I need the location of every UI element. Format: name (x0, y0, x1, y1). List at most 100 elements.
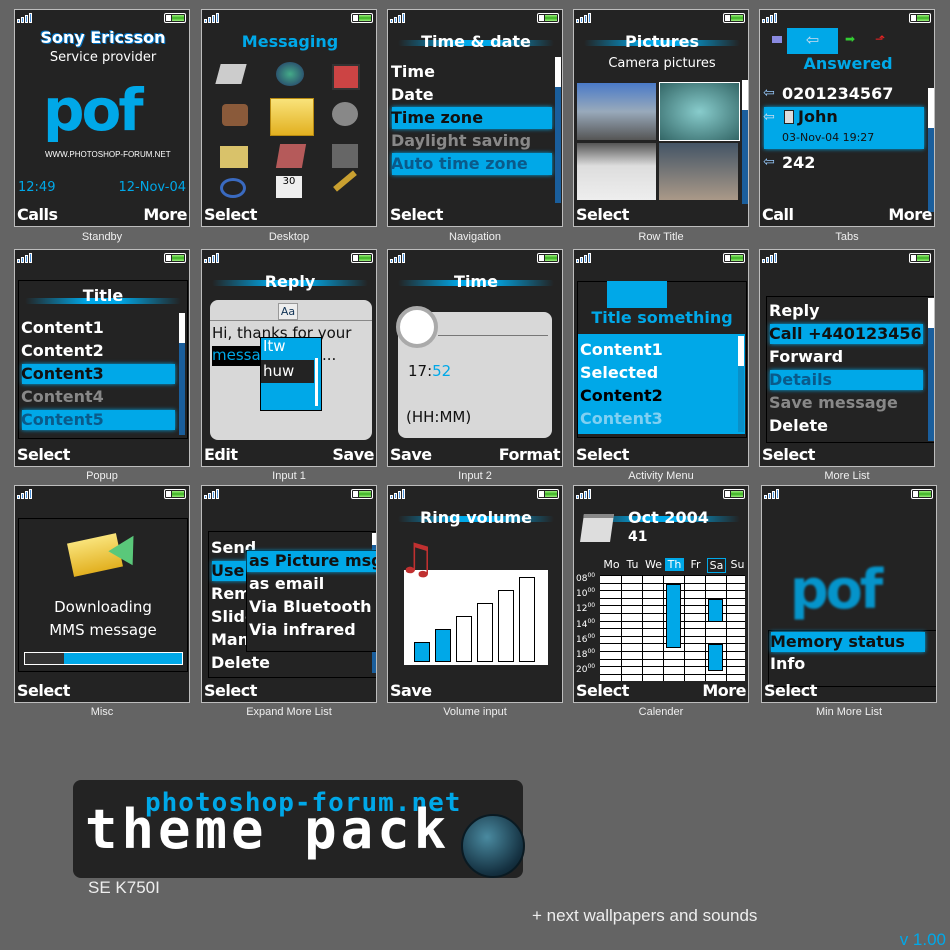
softkey-select[interactable]: Select (204, 681, 257, 700)
softkey-select[interactable]: Select (390, 205, 443, 224)
weekday-we[interactable]: We (644, 558, 663, 571)
tab-missed-icon[interactable]: ⬏ (875, 32, 885, 46)
camera-icon[interactable] (222, 104, 248, 126)
softkey-more[interactable]: More (143, 205, 187, 224)
thumbnail-dome[interactable] (659, 82, 740, 141)
volume-bar[interactable] (414, 642, 430, 662)
scrollbar[interactable] (179, 313, 185, 435)
softkey-select[interactable]: Select (576, 681, 629, 700)
expand-item-remove[interactable]: Rem (211, 584, 251, 603)
submenu-item-infrared[interactable]: Via infrared (249, 620, 356, 639)
file-manager-icon[interactable] (220, 146, 248, 168)
messaging-icon[interactable] (270, 98, 314, 136)
more-item-details[interactable]: Details (769, 370, 832, 389)
activity-tab[interactable] (607, 281, 667, 308)
softkey-save[interactable]: Save (390, 445, 432, 464)
expand-item-use[interactable]: Use (211, 561, 244, 580)
thumbnail-night[interactable] (659, 143, 738, 200)
activity-item-selected[interactable]: Selected (580, 363, 658, 382)
softkey-save[interactable]: Save (332, 445, 374, 464)
weekday-sa[interactable]: Sa (707, 558, 726, 573)
internet-icon[interactable] (276, 62, 304, 86)
activity-item[interactable]: Content3 (580, 409, 663, 428)
tab-dialled-icon[interactable]: ➡ (845, 32, 855, 46)
popup-item-selected[interactable]: Content3 (21, 364, 104, 383)
scrollbar[interactable] (928, 88, 934, 212)
menu-item-auto-time-zone[interactable]: Auto time zone (391, 154, 528, 173)
suggestion-item-selected[interactable]: huw (263, 362, 294, 380)
entertainment-icon[interactable] (332, 64, 360, 90)
softkey-call[interactable]: Call (762, 205, 794, 224)
weekday-mo[interactable]: Mo (602, 558, 621, 571)
softkey-calls[interactable]: Calls (17, 205, 58, 224)
softkey-more[interactable]: More (888, 205, 932, 224)
media-player-icon[interactable] (332, 102, 358, 126)
softkey-select[interactable]: Select (576, 205, 629, 224)
call-list-icon[interactable] (215, 64, 247, 84)
menu-item-date[interactable]: Date (391, 85, 434, 104)
tab-answered-icon[interactable]: ⇦ (787, 28, 838, 54)
scrollbar[interactable] (742, 80, 748, 204)
softkey-select[interactable]: Select (576, 445, 629, 464)
min-item-info[interactable]: Info (770, 654, 805, 673)
call-entry-selected[interactable]: John (798, 107, 838, 126)
volume-bar[interactable] (456, 616, 472, 662)
volume-bar[interactable] (519, 577, 535, 662)
week-grid[interactable] (600, 575, 745, 681)
softkey-select[interactable]: Select (762, 445, 815, 464)
popup-item[interactable]: Content2 (21, 341, 104, 360)
submenu-item-picture-msg[interactable]: as Picture msg (249, 551, 376, 570)
more-item-reply[interactable]: Reply (769, 301, 820, 320)
organizer-icon[interactable]: 30 (276, 176, 302, 198)
volume-bar[interactable] (477, 603, 493, 662)
weekday-tu[interactable]: Tu (623, 558, 642, 571)
suggestion-scrollbar[interactable] (315, 358, 318, 406)
weekday-fr[interactable]: Fr (686, 558, 705, 571)
softkey-edit[interactable]: Edit (204, 445, 238, 464)
menu-item-daylight-saving[interactable]: Daylight saving (391, 131, 531, 150)
call-entry[interactable]: 0201234567 (782, 84, 893, 103)
time-field[interactable]: 17:52 (408, 362, 451, 380)
expand-item-delete[interactable]: Delete (211, 653, 270, 672)
calendar-event[interactable] (708, 644, 723, 671)
calendar-event[interactable] (666, 583, 681, 649)
volume-bar[interactable] (498, 590, 514, 662)
more-item-call[interactable]: Call +440123456 (769, 324, 922, 343)
popup-item[interactable]: Content5 (21, 410, 104, 429)
scrollbar[interactable] (928, 298, 934, 441)
softkey-format[interactable]: Format (499, 445, 561, 464)
more-item-forward[interactable]: Forward (769, 347, 843, 366)
popup-item-disabled[interactable]: Content4 (21, 387, 104, 406)
softkey-save[interactable]: Save (390, 681, 432, 700)
scrollbar[interactable] (738, 336, 744, 432)
min-item-memory-status[interactable]: Memory status (770, 632, 905, 651)
more-item-save-message[interactable]: Save message (769, 393, 898, 412)
volume-bar[interactable] (435, 629, 451, 662)
softkey-select[interactable]: Select (17, 681, 70, 700)
connectivity-icon[interactable] (220, 178, 246, 198)
submenu-item-email[interactable]: as email (249, 574, 324, 593)
popup-item[interactable]: Content1 (21, 318, 104, 337)
softkey-select[interactable]: Select (764, 681, 817, 700)
activity-item[interactable]: Content2 (580, 386, 663, 405)
settings-icon[interactable] (333, 170, 357, 192)
menu-item-time-zone[interactable]: Time zone (391, 108, 483, 127)
submenu-item-bluetooth[interactable]: Via Bluetooth (249, 597, 372, 616)
scrollbar[interactable] (555, 57, 561, 203)
softkey-select[interactable]: Select (17, 445, 70, 464)
thumbnail-street[interactable] (577, 83, 656, 140)
calendar-event[interactable] (708, 598, 723, 622)
thumbnail-crowd[interactable] (577, 143, 656, 200)
softkey-more[interactable]: More (702, 681, 746, 700)
activity-item[interactable]: Content1 (580, 340, 663, 359)
tab-all-calls-icon[interactable] (772, 36, 782, 43)
input-mode-indicator[interactable]: Aa (278, 303, 298, 320)
softkey-select[interactable]: Select (204, 205, 257, 224)
call-entry[interactable]: 242 (782, 153, 815, 172)
suggestion-item[interactable]: Itw (263, 337, 286, 355)
menu-item-time[interactable]: Time (391, 62, 435, 81)
radio-icon[interactable] (332, 144, 358, 168)
weekday-th[interactable]: Th (665, 558, 684, 571)
weekday-su[interactable]: Su (728, 558, 747, 571)
more-item-delete[interactable]: Delete (769, 416, 828, 435)
